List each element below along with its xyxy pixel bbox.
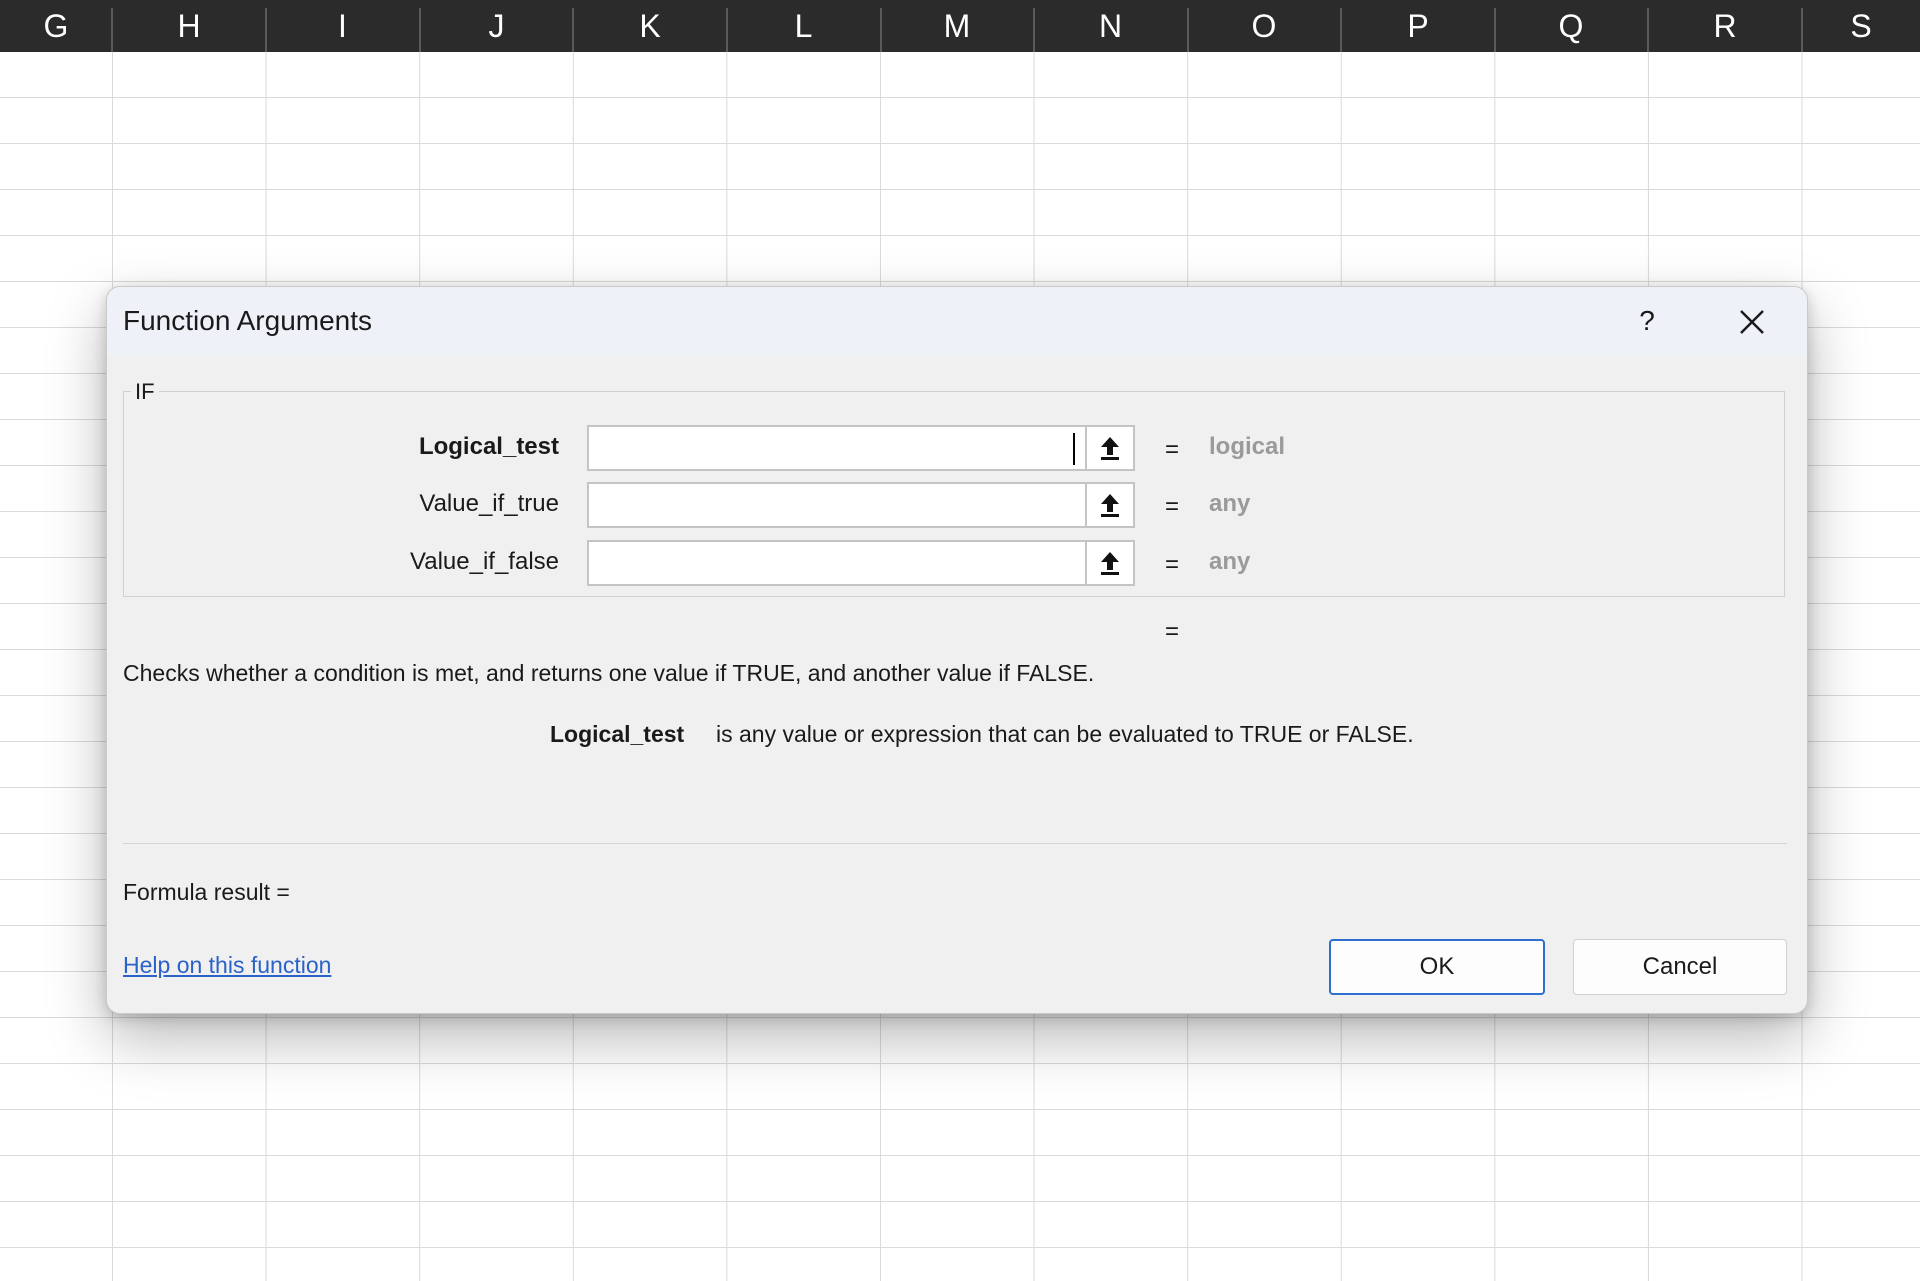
- help-button[interactable]: ?: [1625, 301, 1669, 341]
- value-if-true-type: any: [1209, 490, 1251, 517]
- argument-help-name: Logical_test: [550, 721, 685, 747]
- dialog-separator: [123, 843, 1787, 844]
- value-if-true-input[interactable]: [587, 482, 1089, 528]
- collapse-dialog-icon: [1101, 552, 1119, 575]
- cancel-button[interactable]: Cancel: [1573, 939, 1787, 995]
- logical-test-collapse-button[interactable]: [1085, 425, 1135, 471]
- column-header-j[interactable]: J: [420, 0, 573, 52]
- logical-test-label: Logical_test: [418, 433, 559, 460]
- function-arguments-dialog: Function Arguments ? IF Logical_test = l…: [106, 286, 1808, 1014]
- column-header-s[interactable]: S: [1802, 0, 1920, 52]
- function-description: Checks whether a condition is met, and r…: [123, 660, 1095, 686]
- dialog-titlebar[interactable]: Function Arguments ?: [107, 287, 1807, 355]
- logical-test-type: logical: [1209, 433, 1286, 460]
- column-header-n[interactable]: N: [1034, 0, 1187, 52]
- value-if-false-type: any: [1209, 548, 1251, 575]
- column-header-g[interactable]: G: [0, 0, 112, 52]
- formula-result-label: Formula result =: [123, 879, 290, 905]
- logical-test-input[interactable]: [587, 425, 1089, 471]
- function-name-label: IF: [131, 379, 159, 405]
- value-if-false-equals: =: [1165, 551, 1180, 578]
- value-if-false-label: Value_if_false: [410, 548, 559, 575]
- collapse-dialog-icon: [1101, 437, 1119, 460]
- column-header-p[interactable]: P: [1341, 0, 1495, 52]
- text-cursor: [1073, 433, 1075, 465]
- column-header-q[interactable]: Q: [1494, 0, 1648, 52]
- value-if-true-label: Value_if_true: [419, 490, 559, 517]
- column-header-i[interactable]: I: [266, 0, 419, 52]
- column-header-r[interactable]: R: [1648, 0, 1802, 52]
- value-if-false-input[interactable]: [587, 540, 1089, 586]
- column-header-m[interactable]: M: [880, 0, 1034, 52]
- value-if-false-collapse-button[interactable]: [1085, 540, 1135, 586]
- value-if-true-equals: =: [1165, 493, 1180, 520]
- column-header-bar: G H I J K L M N O P Q R S: [0, 0, 1920, 52]
- collapse-dialog-icon: [1101, 494, 1119, 517]
- close-icon[interactable]: [1729, 301, 1773, 341]
- column-header-k[interactable]: K: [573, 0, 727, 52]
- argument-help-text: is any value or expression that can be e…: [716, 721, 1414, 747]
- column-header-h[interactable]: H: [112, 0, 266, 52]
- value-if-true-collapse-button[interactable]: [1085, 482, 1135, 528]
- result-equals: =: [1165, 618, 1180, 645]
- help-on-function-link[interactable]: Help on this function: [123, 952, 331, 979]
- column-header-l[interactable]: L: [727, 0, 880, 52]
- dialog-title: Function Arguments: [123, 305, 373, 336]
- column-header-o[interactable]: O: [1187, 0, 1341, 52]
- ok-button[interactable]: OK: [1329, 939, 1545, 995]
- logical-test-equals: =: [1165, 436, 1180, 463]
